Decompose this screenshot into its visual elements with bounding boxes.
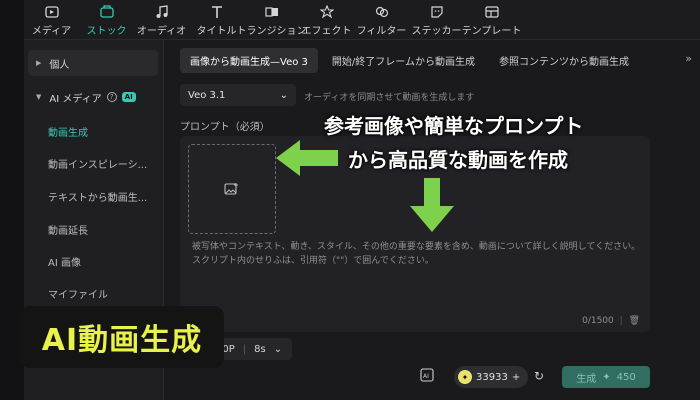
sidebar-item-my-files[interactable]: マイファイル [48, 286, 108, 301]
filter-icon [374, 4, 390, 20]
tool-label: オーディオ [136, 25, 187, 37]
model-select[interactable]: Veo 3.1 ⌄ [180, 84, 296, 106]
top-toolbar: メディア ストック オーディオ タイトル トランジション エフェクト フィルター… [24, 0, 700, 40]
refresh-icon[interactable]: ↻ [534, 369, 544, 383]
tool-sticker[interactable]: ステッカー [409, 0, 464, 40]
tool-label: ストック [86, 25, 127, 37]
sidebar-item-ai-image[interactable]: AI 画像 [48, 254, 81, 269]
tool-label: エフェクト [301, 25, 352, 37]
music-note-icon [154, 4, 170, 20]
tool-label: フィルター [356, 25, 407, 37]
duration-value: 8s [254, 343, 266, 355]
placeholder-line: 被写体やコンテキスト、動き、スタイル、その他の重要な要素を含め、動画について詳し… [192, 242, 641, 252]
tool-effect[interactable]: エフェクト [299, 0, 354, 40]
tab-image-to-video[interactable]: 画像から動画生成—Veo 3 [180, 48, 318, 73]
add-credit-icon[interactable]: + [512, 372, 520, 383]
more-tabs-icon[interactable]: » [685, 52, 692, 65]
overlay-headline-line1: 参考画像や簡単なプロンプト [324, 114, 584, 138]
prompt-placeholder: 被写体やコンテキスト、動き、スタイル、その他の重要な要素を含め、動画について詳し… [192, 240, 647, 268]
effect-star-icon [319, 4, 335, 20]
tool-label: タイトル [196, 25, 237, 37]
sidebar-group-label: AI メディア [49, 93, 102, 105]
counter-value: 0/1500 [582, 316, 614, 326]
tool-label: メディア [31, 25, 72, 37]
sidebar-item-video-extend[interactable]: 動画延長 [48, 222, 88, 237]
transition-icon [264, 4, 280, 20]
chevron-down-icon: ⌄ [273, 343, 283, 355]
ai-badge: AI [121, 92, 136, 102]
sidebar-item-text-to-video[interactable]: テキストから動画生... [48, 189, 147, 204]
credit-value: 33933 [476, 371, 508, 383]
trash-icon[interactable]: 🗑 [629, 316, 640, 326]
tool-label: ステッカー [411, 25, 462, 37]
credit-coin-icon: ✦ [458, 370, 472, 384]
credit-balance[interactable]: ✦ 33933 + [454, 366, 529, 388]
tool-label: トランジション [236, 25, 307, 37]
tab-reference-content[interactable]: 参照コンテンツから動画生成 [489, 48, 639, 73]
model-value: Veo 3.1 [188, 89, 226, 101]
chevron-down-icon: ⌄ [279, 89, 288, 101]
sidebar-item-video-inspiration[interactable]: 動画インスピレーシ... [48, 156, 147, 171]
stock-icon [99, 4, 115, 20]
tool-transition[interactable]: トランジション [237, 0, 307, 40]
prompt-label: プロンプト（必須） [180, 122, 270, 133]
left-arrow-icon [276, 140, 338, 176]
sidebar-group-ai-media[interactable]: ▼ AI メディア ? AI [28, 84, 158, 110]
add-image-icon [224, 183, 238, 195]
down-arrow-icon [410, 178, 454, 232]
generate-label: 生成 [576, 373, 597, 385]
overlay-headline-line2: から高品質な動画を作成 [348, 148, 568, 172]
tool-label: テンプレート [461, 25, 522, 37]
tool-audio[interactable]: オーディオ [134, 0, 189, 40]
template-icon [484, 4, 500, 20]
credit-coin-icon: ✦ [602, 371, 611, 383]
char-counter: 0/1500 | 🗑 [582, 316, 640, 326]
tool-media[interactable]: メディア [24, 0, 79, 40]
sticker-icon [429, 4, 445, 20]
tool-stock[interactable]: ストック [79, 0, 134, 40]
generate-button[interactable]: 生成 ✦ 450 [562, 366, 650, 388]
svg-text:AI: AI [423, 373, 429, 380]
media-icon [44, 4, 60, 20]
sidebar-group-label: 個人 [49, 59, 70, 71]
title-t-icon [209, 4, 225, 20]
badge-text: AI動画生成 [41, 323, 203, 358]
placeholder-line: スクリプト内のせりふは、引用符（""）で囲んでください。 [192, 256, 434, 266]
tool-template[interactable]: テンプレート [461, 0, 522, 40]
sidebar-group-personal[interactable]: ▶ 個人 [28, 50, 158, 76]
audio-sync-text: オーディオを同期させて動画を生成します [304, 93, 475, 103]
sidebar-item-video-generation[interactable]: 動画生成 [48, 124, 88, 139]
tool-filter[interactable]: フィルター [354, 0, 409, 40]
generation-tabs: 画像から動画生成—Veo 3 開始/終了フレームから動画生成 参照コンテンツから… [180, 48, 639, 73]
help-icon[interactable]: ? [106, 92, 117, 102]
ai-image-icon[interactable]: AI [420, 368, 436, 384]
ai-video-generation-badge: AI動画生成 [20, 306, 224, 368]
generate-cost: 450 [616, 371, 636, 383]
action-row: AI ✦ 33933 + ↻ 生成 ✦ 450 [416, 366, 656, 388]
chevron-down-icon: ▼ [36, 93, 42, 101]
chevron-right-icon: ▶ [36, 59, 42, 67]
tab-start-end-frame[interactable]: 開始/終了フレームから動画生成 [322, 48, 485, 73]
image-upload-slot[interactable] [188, 144, 276, 234]
